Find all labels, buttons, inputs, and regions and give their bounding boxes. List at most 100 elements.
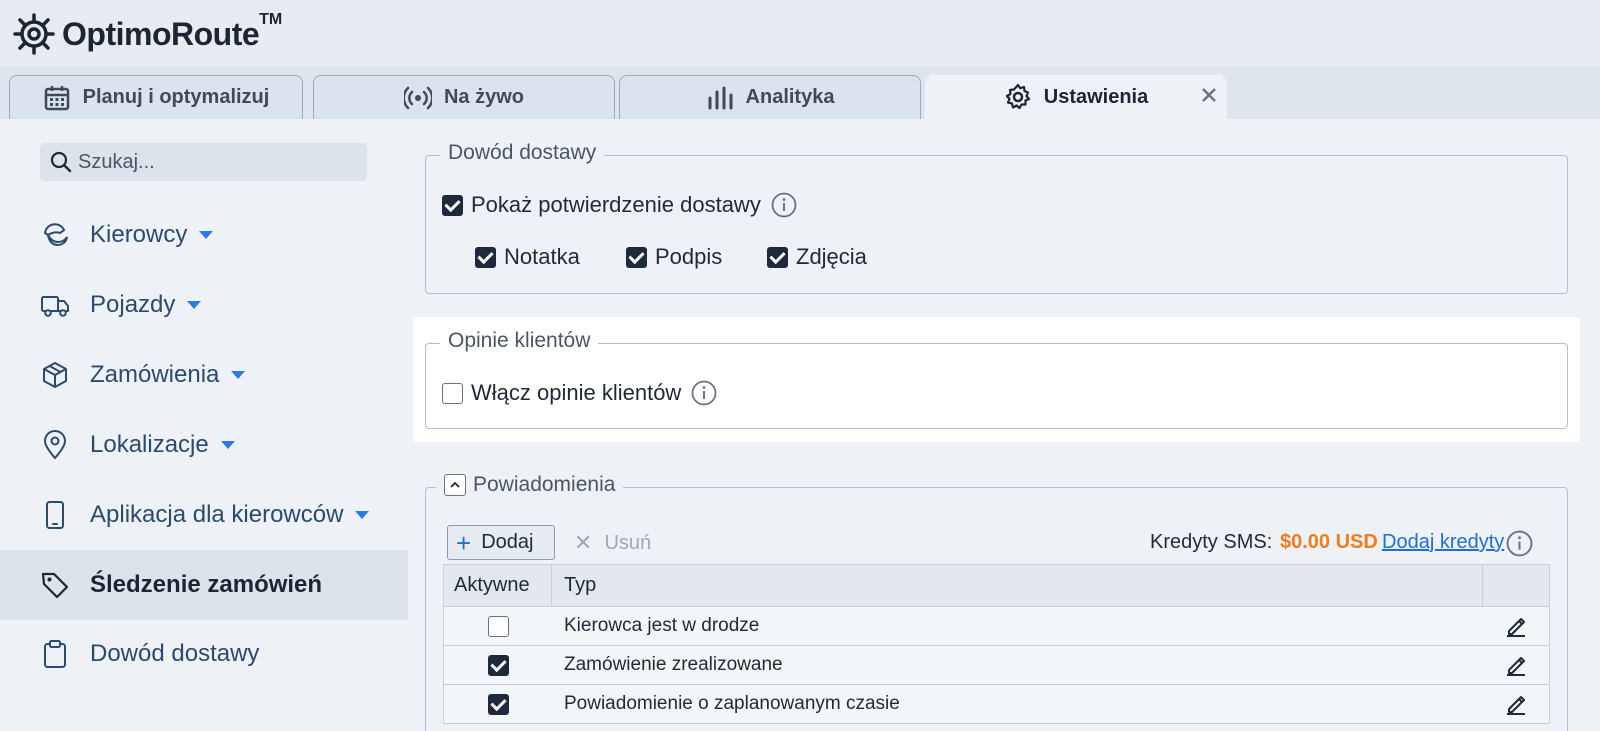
sidebar-item-label: Zamówienia <box>90 361 220 388</box>
tab-live[interactable]: Na żywo <box>313 75 615 119</box>
panel-title: Powiadomienia <box>473 473 616 496</box>
tag-icon <box>41 572 69 599</box>
signature-label: Podpis <box>655 244 723 269</box>
panel-title: Dowód dostawy <box>440 141 605 165</box>
live-broadcast-icon <box>403 86 432 109</box>
notification-type: Kierowca jest w drodze <box>564 615 760 636</box>
edit-pencil-icon[interactable] <box>1505 693 1527 715</box>
phone-icon <box>46 501 64 529</box>
plus-icon: + <box>456 527 472 558</box>
chevron-up-icon <box>450 481 460 488</box>
chevron-down-icon <box>187 301 202 309</box>
sidebar-item-label: Śledzenie zamówień <box>90 571 323 598</box>
note-option: Notatka <box>475 244 580 270</box>
tab-settings[interactable]: Ustawienia <box>925 75 1227 119</box>
photos-option: Zdjęcia <box>767 244 867 270</box>
sidebar-item-drivers[interactable]: Kierowcy <box>0 200 408 270</box>
photos-label: Zdjęcia <box>796 244 867 269</box>
sidebar-item-locations[interactable]: Lokalizacje <box>0 410 408 480</box>
notification-type: Powiadomienie o zaplanowanym czasie <box>564 693 900 714</box>
tab-live-label: Na żywo <box>443 86 525 108</box>
show-confirmation-checkbox[interactable] <box>442 194 463 216</box>
add-label: Dodaj <box>481 531 534 553</box>
tab-plan[interactable]: Planuj i optymalizuj <box>9 75 303 119</box>
notifications-table: Aktywne Typ Kierowca jest w drodze Zamów… <box>443 564 1550 724</box>
remove-label: Usuń <box>604 531 652 554</box>
settings-sidebar: Kierowcy Pojazdy Zamówienia Lokalizacje <box>0 119 408 731</box>
app-name: OptimoRoute <box>62 15 260 52</box>
photos-checkbox[interactable] <box>767 246 788 268</box>
column-actions <box>1483 565 1549 606</box>
trademark: TM <box>259 11 283 28</box>
tab-analytics[interactable]: Analityka <box>619 75 921 119</box>
table-row: Kierowca jest w drodze <box>443 607 1550 646</box>
column-active[interactable]: Aktywne <box>444 565 552 606</box>
sidebar-item-vehicles[interactable]: Pojazdy <box>0 270 408 340</box>
main-tabs: Planuj i optymalizuj Na żywo Analityka U… <box>0 67 1600 119</box>
calendar-icon <box>44 85 69 110</box>
table-header: Aktywne Typ <box>443 564 1550 607</box>
optimoroute-logo-icon <box>13 13 55 55</box>
driver-icon <box>43 223 68 247</box>
app-logo[interactable]: OptimoRoute TM <box>12 11 283 56</box>
sidebar-item-label: Dowód dostawy <box>90 640 260 667</box>
chevron-down-icon <box>355 511 370 519</box>
chevron-down-icon <box>231 371 246 379</box>
note-checkbox[interactable] <box>475 246 496 268</box>
add-credits-link[interactable]: Dodaj kredyty <box>1382 531 1504 554</box>
close-icon: ✕ <box>574 530 593 555</box>
edit-pencil-icon[interactable] <box>1505 654 1527 676</box>
tab-plan-label: Planuj i optymalizuj <box>82 86 270 108</box>
collapse-button[interactable] <box>444 474 466 496</box>
edit-pencil-icon[interactable] <box>1505 615 1527 637</box>
chevron-down-icon <box>199 231 214 239</box>
truck-icon <box>41 296 69 317</box>
sidebar-item-driver-app[interactable]: Aplikacja dla kierowców <box>0 480 408 550</box>
sidebar-item-label: Aplikacja dla kierowców <box>90 501 344 528</box>
show-confirmation-label: Pokaż potwierdzenie dostawy <box>471 192 761 217</box>
tab-analytics-label: Analityka <box>745 86 835 108</box>
add-notification-button[interactable]: + Dodaj <box>447 525 555 560</box>
notifications-legend: Powiadomienia <box>436 473 624 497</box>
column-type[interactable]: Typ <box>552 565 1483 606</box>
close-tab-icon[interactable] <box>1199 85 1219 105</box>
proof-of-delivery-panel: Dowód dostawy <box>425 141 1568 294</box>
enable-feedback-row: Włącz opinie klientów <box>442 380 717 406</box>
sidebar-item-label: Kierowcy <box>90 221 188 248</box>
signature-checkbox[interactable] <box>626 246 647 268</box>
clipboard-icon <box>44 640 66 668</box>
sidebar-item-label: Pojazdy <box>90 291 176 318</box>
active-checkbox[interactable] <box>487 654 509 676</box>
app-header: OptimoRoute TM <box>0 0 1600 67</box>
active-checkbox[interactable] <box>487 615 509 637</box>
notification-type: Zamówienie zrealizowane <box>564 654 783 675</box>
table-row: Powiadomienie o zaplanowanym czasie <box>443 685 1550 724</box>
enable-feedback-label: Włącz opinie klientów <box>471 380 682 405</box>
search-input[interactable] <box>78 150 348 174</box>
info-icon[interactable] <box>691 380 717 406</box>
gear-icon <box>1005 83 1030 110</box>
note-label: Notatka <box>504 244 580 269</box>
sidebar-item-orders[interactable]: Zamówienia <box>0 340 408 410</box>
bar-chart-icon <box>708 86 733 109</box>
signature-option: Podpis <box>626 244 722 270</box>
panel-title: Opinie klientów <box>440 329 599 353</box>
tab-settings-label: Ustawienia <box>1043 85 1149 108</box>
show-confirmation-row: Pokaż potwierdzenie dostawy <box>442 192 797 218</box>
active-checkbox[interactable] <box>487 693 509 715</box>
search-icon <box>50 151 72 173</box>
sidebar-item-proof-of-delivery[interactable]: Dowód dostawy <box>0 619 408 689</box>
chevron-down-icon <box>220 441 235 449</box>
enable-feedback-checkbox[interactable] <box>442 382 463 404</box>
info-icon[interactable] <box>1506 530 1533 557</box>
location-pin-icon <box>43 430 67 460</box>
sms-credits-value: $0.00 USD <box>1280 531 1378 553</box>
sidebar-search <box>40 143 367 181</box>
sidebar-item-label: Lokalizacje <box>90 431 209 458</box>
sidebar-item-order-tracking[interactable]: Śledzenie zamówień <box>0 550 408 620</box>
box-icon <box>43 362 67 388</box>
sms-credits-label: Kredyty SMS: <box>1150 531 1273 553</box>
remove-notification-button[interactable]: ✕ Usuń <box>574 528 651 558</box>
info-icon[interactable] <box>771 192 797 218</box>
table-row: Zamówienie zrealizowane <box>443 646 1550 685</box>
